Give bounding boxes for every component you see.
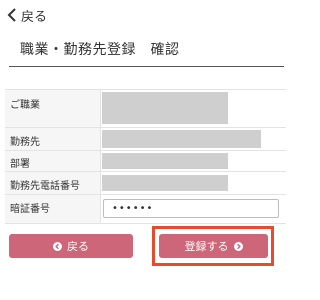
confirmation-form: ご職業 勤務先 部署 勤務先電話番号 暗証番号 xyxy=(5,89,286,224)
title-divider xyxy=(9,66,284,67)
back-button-label: 戻る xyxy=(67,240,89,253)
form-row-workplace: 勤務先 xyxy=(5,128,286,151)
workplace-label: 勤務先 xyxy=(10,137,40,148)
form-row-work-phone: 勤務先電話番号 xyxy=(5,172,286,195)
circle-chevron-right-icon xyxy=(233,241,243,251)
redacted-value xyxy=(102,175,228,191)
row-label-cell: 勤務先 xyxy=(5,128,101,150)
chevron-left-icon xyxy=(7,8,16,22)
back-link-label: 戻る xyxy=(21,9,48,25)
form-row-department: 部署 xyxy=(5,151,286,172)
row-label-cell: 暗証番号 xyxy=(5,195,101,223)
back-button[interactable]: 戻る xyxy=(9,234,133,258)
pin-label: 暗証番号 xyxy=(10,204,50,215)
redacted-value xyxy=(102,153,228,169)
work-phone-label: 勤務先電話番号 xyxy=(10,181,80,192)
circle-chevron-left-icon xyxy=(53,241,62,251)
row-label-cell: 勤務先電話番号 xyxy=(5,172,101,194)
page-title: 職業・勤務先登録 確認 xyxy=(20,42,180,58)
register-button[interactable]: 登録する xyxy=(159,234,268,258)
occupation-label: ご職業 xyxy=(10,100,40,111)
redacted-value xyxy=(102,130,261,148)
redacted-value xyxy=(102,92,228,124)
page-header: 職業・勤務先登録 確認 xyxy=(0,30,291,67)
row-label-cell: 部署 xyxy=(5,151,101,171)
row-label-cell: ご職業 xyxy=(5,90,101,127)
pin-input[interactable] xyxy=(103,199,279,218)
department-label: 部署 xyxy=(10,159,30,170)
register-button-label: 登録する xyxy=(184,240,229,253)
form-row-occupation: ご職業 xyxy=(5,90,286,128)
top-bar: 戻る xyxy=(0,0,291,30)
back-link[interactable]: 戻る xyxy=(6,5,47,25)
form-row-pin: 暗証番号 xyxy=(5,195,286,224)
